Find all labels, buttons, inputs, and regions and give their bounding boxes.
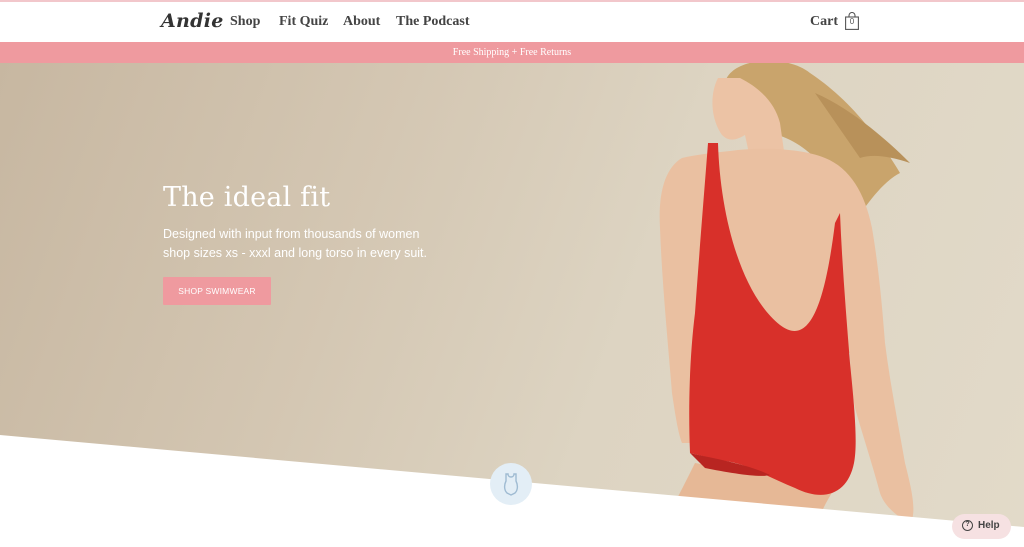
help-label: Help: [978, 520, 1000, 531]
swimsuit-icon-badge: [490, 463, 532, 505]
hero-subtitle: Designed with input from thousands of wo…: [163, 225, 453, 263]
cart-count: 0: [849, 17, 855, 26]
promo-banner: Free Shipping + Free Returns: [0, 42, 1024, 63]
hero-title: The ideal fit: [163, 182, 331, 213]
hero-model-image: [650, 63, 914, 547]
nav-the-podcast[interactable]: The Podcast: [396, 14, 470, 30]
nav-shop[interactable]: Shop: [230, 14, 260, 30]
nav-about[interactable]: About: [343, 14, 380, 30]
hero-subtitle-line-1: Designed with input from thousands of wo…: [163, 227, 420, 241]
hero-subtitle-line-2: shop sizes xs - xxxl and long torso in e…: [163, 246, 428, 260]
help-question-icon: ?: [962, 520, 973, 531]
shop-swimwear-button[interactable]: SHOP SWIMWEAR: [163, 277, 271, 305]
shopping-bag-icon[interactable]: 0: [845, 12, 859, 30]
swimsuit-icon: [503, 473, 519, 496]
cart-link[interactable]: Cart: [810, 14, 838, 30]
site-header: Andie Shop Fit Quiz About The Podcast Ca…: [0, 2, 1024, 42]
site-logo[interactable]: Andie: [161, 10, 224, 32]
help-button[interactable]: ? Help: [952, 514, 1011, 539]
nav-fit-quiz[interactable]: Fit Quiz: [279, 14, 328, 30]
